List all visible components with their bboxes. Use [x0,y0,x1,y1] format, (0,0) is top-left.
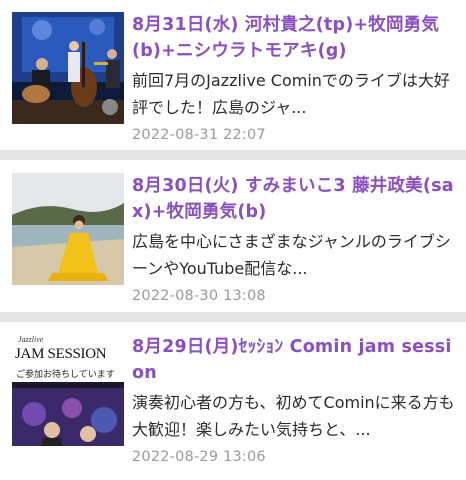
post-card[interactable]: 8月31日(水) 河村貴之(tp)+牧岡勇気(b)+ニシウラトモアキ(g) 前回… [0,0,466,150]
post-excerpt: 広島を中心にさまざまなジャンルのライブシーンやYouTube配信な... [132,232,451,278]
post-thumbnail[interactable] [12,173,124,285]
post-date: 2022-08-29 13:06 [132,449,266,465]
post-excerpt: 前回7月のJazzlive Cominでのライブは大好評でした！広島のジャ... [132,71,450,117]
post-date: 2022-08-31 22:07 [132,127,266,143]
post-list: 8月31日(水) 河村貴之(tp)+牧岡勇気(b)+ニシウラトモアキ(g) 前回… [0,0,466,480]
post-title[interactable]: 8月30日(火) すみまいこ3 藤井政美(sax)+牧岡勇気(b) [132,173,456,225]
flyer-heading: JAM SESSION [15,346,107,362]
singer-beach-photo-icon [12,173,124,285]
post-date: 2022-08-30 13:08 [132,288,266,304]
post-card[interactable]: Jazzlive JAM SESSION ご参加お待ちしています 8月29日(月… [0,322,466,480]
post-title[interactable]: 8月31日(水) 河村貴之(tp)+牧岡勇気(b)+ニシウラトモアキ(g) [132,12,456,64]
post-excerpt: 演奏初心者の方も、初めてCominに来る方も大歓迎！楽しみたい気持ちと、... [132,393,455,439]
jazz-trio-photo-icon [12,12,124,124]
flyer-subtext: ご参加お待ちしています [16,370,115,380]
post-card[interactable]: 8月30日(火) すみまいこ3 藤井政美(sax)+牧岡勇気(b) 広島を中心に… [0,160,466,312]
post-thumbnail[interactable] [12,12,124,124]
flyer-brand: Jazzlive [18,335,44,344]
post-thumbnail[interactable]: Jazzlive JAM SESSION ご参加お待ちしています [12,334,124,446]
post-title[interactable]: 8月29日(月)ｾｯｼｮﾝ Comin jam session [132,334,456,386]
